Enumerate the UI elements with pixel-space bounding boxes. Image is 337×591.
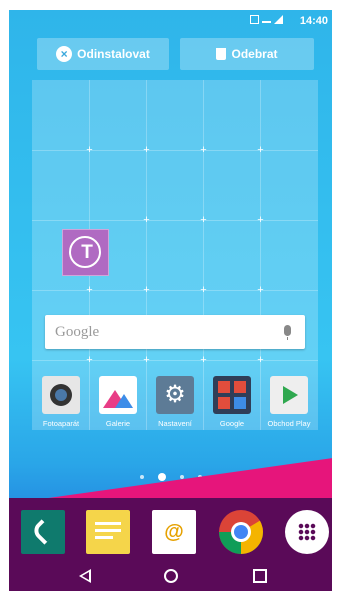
grid-plus-icon: + <box>86 354 93 366</box>
mic-icon[interactable] <box>284 325 291 340</box>
uninstall-button[interactable]: × Odinstalovat <box>37 38 169 70</box>
home-icon[interactable] <box>164 569 178 583</box>
app-camera[interactable]: Fotoaparát <box>33 376 89 428</box>
gallery-icon <box>99 376 137 414</box>
grid-plus-icon: + <box>86 144 93 156</box>
uninstall-label: Odinstalovat <box>77 47 150 61</box>
app-play-store[interactable]: Obchod Play <box>261 376 317 428</box>
grid-line <box>32 360 318 361</box>
google-search-bar[interactable]: Google <box>45 315 305 349</box>
app-drawer-icon[interactable] <box>285 510 329 554</box>
grid-plus-icon: + <box>143 144 150 156</box>
grid-plus-icon: + <box>200 144 207 156</box>
grid-plus-icon: + <box>200 284 207 296</box>
messages-icon[interactable] <box>86 510 130 554</box>
app-google-folder[interactable]: Google <box>204 376 260 428</box>
play-store-icon <box>270 376 308 414</box>
grid-plus-icon: + <box>257 144 264 156</box>
grid-line <box>32 150 318 151</box>
grid-plus-icon: + <box>86 284 93 296</box>
grid-line <box>32 220 318 221</box>
page-dot[interactable] <box>139 475 144 479</box>
grid-plus-icon: + <box>200 354 207 366</box>
recents-icon[interactable] <box>253 569 267 583</box>
close-icon: × <box>56 46 73 62</box>
remove-label: Odebrat <box>231 47 278 61</box>
home-screen: 14:40 × Odinstalovat Odebrat + + + + + +… <box>9 10 332 591</box>
battery-icon <box>286 14 292 24</box>
signal-icon <box>274 14 283 24</box>
camera-icon <box>42 376 80 414</box>
google-folder-icon <box>213 376 251 414</box>
grid-plus-icon: + <box>143 284 150 296</box>
data-icon <box>262 15 271 23</box>
grid-line <box>32 290 318 291</box>
phone-icon[interactable] <box>21 510 65 554</box>
trash-icon <box>216 48 227 60</box>
grid-plus-icon: + <box>200 214 207 226</box>
nfc-icon <box>250 14 259 24</box>
page-dot-active[interactable] <box>157 473 166 481</box>
back-icon[interactable] <box>79 569 91 583</box>
search-placeholder: Google <box>55 324 100 340</box>
app-settings[interactable]: ⚙ Nastavení <box>147 376 203 428</box>
remove-button[interactable]: Odebrat <box>180 38 314 70</box>
grid-plus-icon: + <box>143 214 150 226</box>
grid-plus-icon: + <box>257 354 264 366</box>
grid-plus-icon: + <box>143 354 150 366</box>
tmobile-app-icon[interactable]: T <box>62 229 109 276</box>
grid-plus-icon: + <box>257 284 264 296</box>
app-gallery[interactable]: Galerie <box>90 376 146 428</box>
clock: 14:40 <box>299 15 328 27</box>
tmobile-logo: T <box>69 236 101 268</box>
email-icon[interactable]: @ <box>152 510 196 554</box>
grid-plus-icon: + <box>257 214 264 226</box>
settings-icon: ⚙ <box>156 376 194 414</box>
chrome-icon[interactable] <box>219 510 263 554</box>
status-bar: 14:40 <box>9 10 332 34</box>
